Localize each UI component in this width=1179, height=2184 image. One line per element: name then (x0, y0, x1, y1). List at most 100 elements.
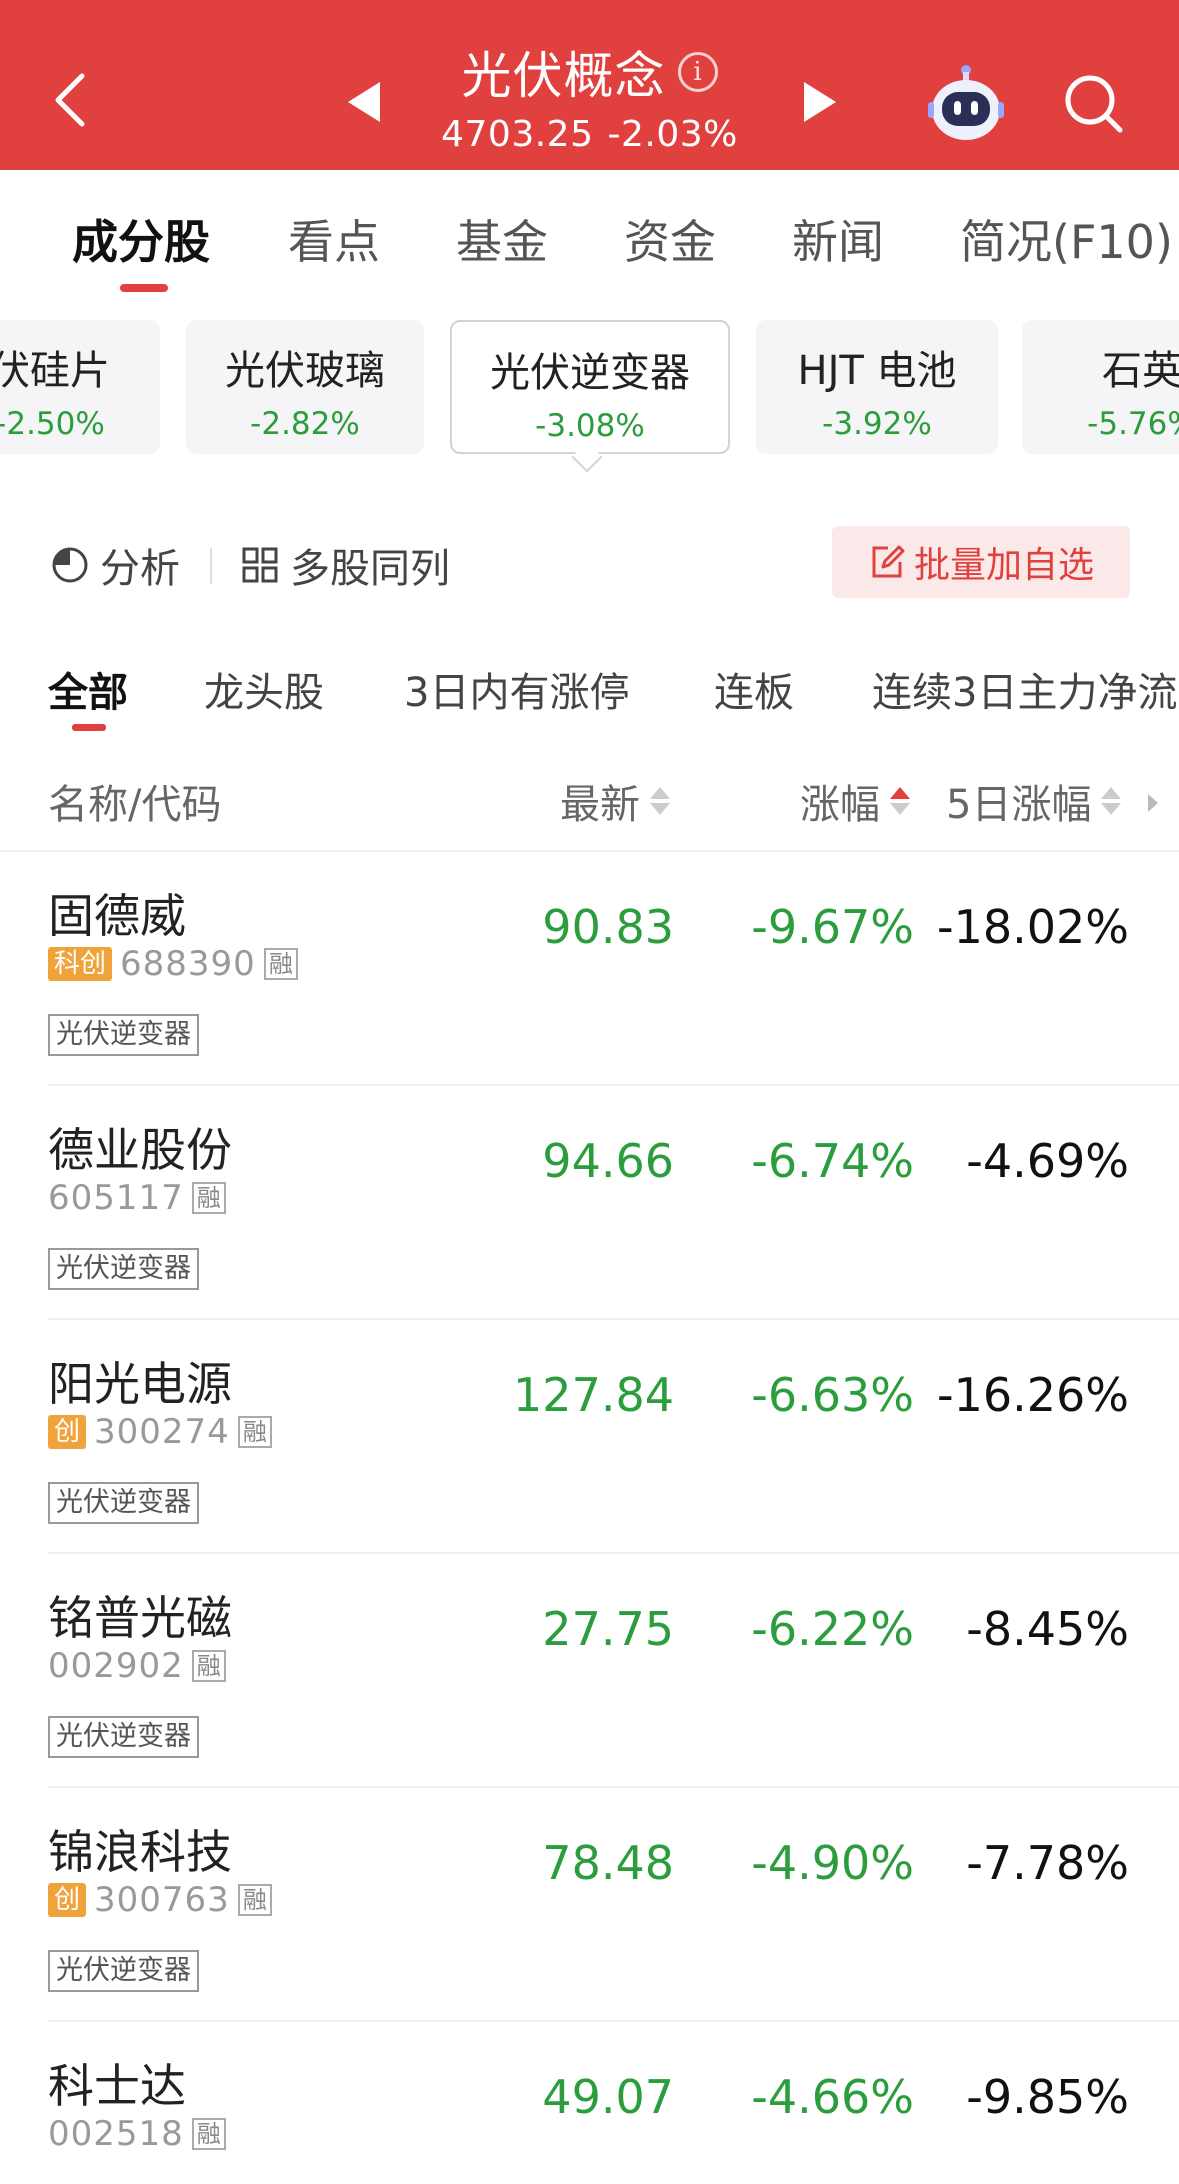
tools-row: 分析 多股同列 批量加自选 (0, 522, 1179, 602)
change-percent: -9.67% (751, 900, 914, 954)
chip-pv-inverter[interactable]: 光伏逆变器 -3.08% (450, 320, 730, 454)
change-percent: -6.22% (751, 1602, 914, 1656)
stock-code: 002518 (48, 2114, 184, 2154)
latest-price: 49.07 (542, 2070, 674, 2124)
batch-add-watchlist-button[interactable]: 批量加自选 (832, 526, 1130, 598)
column-headers: 名称/代码 最新 涨幅 5日涨幅 (0, 762, 1179, 852)
multi-stock-button[interactable]: 多股同列 (240, 536, 450, 594)
analysis-label: 分析 (100, 546, 180, 592)
change-percent: -6.63% (751, 1368, 914, 1422)
chip-pv-glass[interactable]: 光伏玻璃 -2.82% (186, 320, 424, 454)
margin-badge: 融 (263, 948, 298, 980)
stock-name: 阳光电源 (48, 1357, 232, 1411)
table-row[interactable]: 固德威 科创 688390 融 光伏逆变器 90.83 -9.67% -18.0… (0, 852, 1179, 1086)
chip-change: -5.76% (1087, 406, 1179, 442)
chip-name: 伏硅片 (0, 348, 110, 394)
stock-meta: 创 300763 融 (48, 1880, 272, 1920)
latest-price: 90.83 (542, 900, 674, 954)
chip-hjt-battery[interactable]: HJT 电池 -3.92% (756, 320, 998, 454)
sort-icon (890, 787, 910, 815)
chip-quartz[interactable]: 石英 -5.76% (1022, 320, 1179, 454)
stock-code: 300274 (94, 1412, 230, 1452)
info-icon[interactable]: i (677, 52, 718, 92)
margin-badge: 融 (237, 1884, 272, 1916)
stock-name: 科士达 (48, 2059, 186, 2113)
chip-name: HJT 电池 (797, 348, 957, 394)
filter-limit-up-3d[interactable]: 3日内有涨停 (404, 660, 629, 718)
chip-name: 光伏逆变器 (490, 350, 690, 396)
chip-change: -2.82% (250, 406, 360, 442)
board-badge: 创 (48, 1415, 87, 1449)
latest-price: 27.75 (542, 1602, 674, 1656)
change-5d: -9.85% (966, 2070, 1129, 2124)
filter-all[interactable]: 全部 (48, 660, 128, 718)
stock-meta: 创 300274 融 (48, 1412, 272, 1452)
table-row[interactable]: 德业股份 605117 融 光伏逆变器 94.66 -6.74% -4.69% (0, 1086, 1179, 1320)
change-5d: -4.69% (966, 1134, 1129, 1188)
index-change: -2.03% (607, 114, 738, 155)
analysis-button[interactable]: 分析 (50, 536, 180, 594)
stock-meta: 002518 融 (48, 2114, 226, 2154)
tab-funds[interactable]: 基金 (456, 206, 548, 272)
multi-stock-label: 多股同列 (290, 546, 450, 592)
tab-news[interactable]: 新闻 (792, 206, 884, 272)
stock-code: 002902 (48, 1646, 184, 1686)
col-name-code: 名称/代码 (48, 782, 222, 828)
concept-tag: 光伏逆变器 (48, 1716, 199, 1758)
main-tabs: 成分股 看点 基金 资金 新闻 简况(F10) (0, 170, 1179, 300)
tab-highlights[interactable]: 看点 (288, 206, 380, 272)
tab-profile-f10[interactable]: 简况(F10) (960, 206, 1173, 272)
change-5d: -7.78% (966, 1836, 1129, 1890)
col-latest[interactable]: 最新 (560, 772, 670, 830)
tab-constituents[interactable]: 成分股 (72, 206, 210, 272)
filter-consecutive[interactable]: 连板 (714, 660, 794, 718)
divider (210, 548, 212, 584)
stock-name: 德业股份 (48, 1123, 232, 1177)
chip-name: 光伏玻璃 (225, 348, 385, 394)
robot-assistant-icon[interactable] (928, 62, 1004, 142)
table-row[interactable]: 科士达 002518 融 49.07 -4.66% -9.85% (0, 2022, 1179, 2184)
stock-name: 铭普光磁 (48, 1591, 232, 1645)
margin-badge: 融 (191, 1650, 226, 1682)
filter-tabs: 全部 龙头股 3日内有涨停 连板 连续3日主力净流 (0, 652, 1179, 742)
chip-silicon-wafer[interactable]: 伏硅片 -2.50% (0, 320, 160, 454)
latest-price: 78.48 (542, 1836, 674, 1890)
col-change[interactable]: 涨幅 (800, 772, 910, 830)
stock-code: 605117 (48, 1178, 184, 1218)
page-title: 光伏概念 (461, 47, 666, 105)
tab-capital[interactable]: 资金 (624, 206, 716, 272)
concept-tag: 光伏逆变器 (48, 1950, 199, 1992)
stock-meta: 002902 融 (48, 1646, 226, 1686)
top-bar: 光伏概念 i 4703.25 -2.03% (0, 0, 1179, 170)
grid-icon (242, 547, 278, 583)
more-columns-icon[interactable] (1148, 794, 1158, 812)
next-concept-icon[interactable] (804, 82, 836, 122)
margin-badge: 融 (191, 2118, 226, 2150)
table-row[interactable]: 锦浪科技 创 300763 融 光伏逆变器 78.48 -4.90% -7.78… (0, 1788, 1179, 2022)
stock-meta: 605117 融 (48, 1178, 226, 1218)
search-icon[interactable] (1062, 72, 1126, 136)
stock-name: 固德威 (48, 889, 186, 943)
change-5d: -16.26% (937, 1368, 1129, 1422)
latest-price: 94.66 (542, 1134, 674, 1188)
change-percent: -4.90% (751, 1836, 914, 1890)
stock-code: 688390 (120, 944, 256, 984)
margin-badge: 融 (237, 1416, 272, 1448)
table-row[interactable]: 阳光电源 创 300274 融 光伏逆变器 127.84 -6.63% -16.… (0, 1320, 1179, 1554)
table-row[interactable]: 铭普光磁 002902 融 光伏逆变器 27.75 -6.22% -8.45% (0, 1554, 1179, 1788)
pie-chart-icon (52, 547, 88, 583)
chip-change: -2.50% (0, 406, 105, 442)
change-5d: -18.02% (937, 900, 1129, 954)
latest-price: 127.84 (513, 1368, 674, 1422)
sort-icon (650, 787, 670, 815)
col-change-5d[interactable]: 5日涨幅 (946, 772, 1122, 830)
filter-main-inflow-3d[interactable]: 连续3日主力净流 (872, 660, 1177, 718)
stock-list: 固德威 科创 688390 融 光伏逆变器 90.83 -9.67% -18.0… (0, 852, 1179, 2184)
change-percent: -6.74% (751, 1134, 914, 1188)
board-badge: 创 (48, 1883, 87, 1917)
batch-add-label: 批量加自选 (913, 545, 1094, 586)
chip-name: 石英 (1102, 348, 1179, 394)
active-filter-indicator (72, 724, 106, 731)
stock-meta: 科创 688390 融 (48, 944, 298, 984)
filter-leaders[interactable]: 龙头股 (204, 660, 324, 718)
